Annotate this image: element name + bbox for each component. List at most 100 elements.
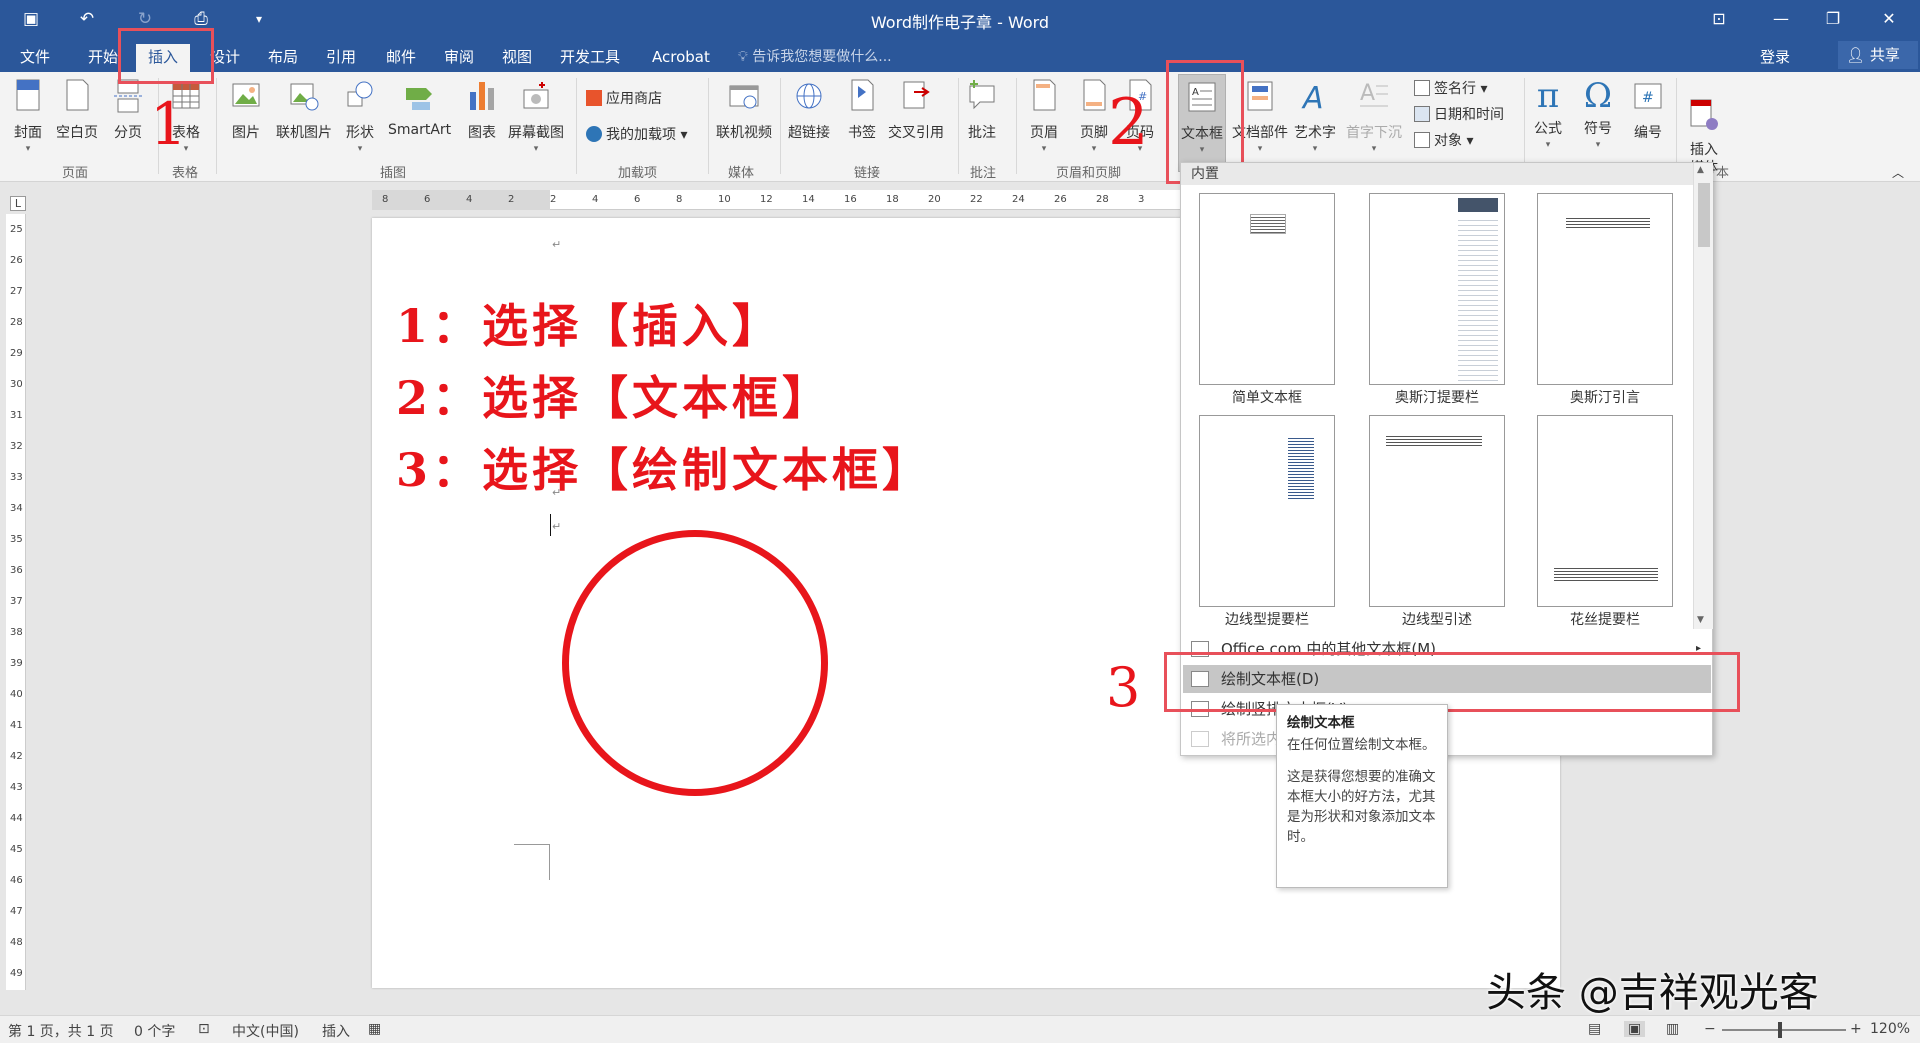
comment-icon [969, 80, 995, 110]
minimize-icon[interactable]: — [1754, 0, 1808, 38]
drop-cap-button[interactable]: A 首字下沉 ▾ [1346, 78, 1402, 154]
gallery-label: 花丝提要栏 [1570, 612, 1640, 628]
tab-developer[interactable]: 开发工具 [548, 44, 632, 72]
step-text-1: 1：选择【插入】 [396, 299, 783, 353]
signature-line-button[interactable]: 签名行 ▾ [1414, 78, 1487, 98]
picture-button[interactable]: 图片 [230, 78, 262, 142]
read-mode-icon[interactable]: ▤ [1588, 1021, 1601, 1037]
gallery-label: 边线型引述 [1402, 612, 1472, 628]
proofing-icon[interactable]: ⊡ [198, 1021, 210, 1037]
screenshot-icon [523, 82, 549, 109]
ruler-number: 40 [10, 689, 23, 700]
zoom-slider[interactable] [1722, 1029, 1846, 1031]
gallery-item-border-quote[interactable] [1369, 415, 1505, 607]
restore-icon[interactable]: ❐ [1806, 0, 1860, 38]
scroll-down-icon[interactable]: ▼ [1697, 615, 1704, 625]
web-layout-icon[interactable]: ▥ [1666, 1021, 1679, 1037]
group-media: 媒体 [728, 166, 755, 181]
bookmark-icon [851, 79, 874, 111]
status-language[interactable]: 中文(中国) [232, 1021, 299, 1041]
gallery-label: 奥斯汀提要栏 [1395, 390, 1479, 406]
tell-me-text: 告诉我您想要做什么... [752, 49, 892, 65]
smartart-button[interactable]: SmartArt [388, 78, 451, 138]
red-circle-shape[interactable] [562, 530, 828, 796]
tab-view[interactable]: 视图 [490, 44, 544, 72]
print-layout-icon[interactable]: ▣ [1624, 1021, 1646, 1037]
bookmark-button[interactable]: 书签 [846, 78, 878, 142]
zoom-out-icon[interactable]: − [1704, 1021, 1716, 1037]
scroll-up-icon[interactable]: ▲ [1697, 165, 1704, 175]
addins-icon [586, 126, 602, 142]
svg-text:A: A [1360, 81, 1375, 106]
footer-button[interactable]: 页脚 ▾ [1078, 78, 1110, 154]
ruler-number: 48 [10, 937, 23, 948]
tab-acrobat[interactable]: Acrobat [640, 44, 722, 72]
wordart-button[interactable]: A 艺术字 ▾ [1294, 78, 1336, 154]
tab-file[interactable]: 文件 [8, 44, 62, 72]
lightbulb-icon: 💡︎ [738, 49, 753, 65]
tooltip-line-1: 在任何位置绘制文本框。 [1287, 737, 1436, 753]
ribbon-display-icon[interactable]: ⊡ [1692, 0, 1746, 38]
equation-button[interactable]: π 公式 ▾ [1532, 78, 1564, 150]
cross-reference-button[interactable]: 交叉引用 [888, 78, 944, 142]
gallery-item-austin-quote[interactable] [1537, 193, 1673, 385]
tell-me-box[interactable]: 💡︎ 告诉我您想要做什么... [738, 46, 892, 66]
login-link[interactable]: 登录 [1760, 46, 1790, 67]
annotation-box-draw-textbox [1164, 652, 1740, 712]
ruler-number: 27 [10, 286, 23, 297]
zoom-in-icon[interactable]: + [1850, 1021, 1862, 1037]
chart-button[interactable]: 图表 [466, 78, 498, 142]
status-mode[interactable]: 插入 [322, 1021, 350, 1041]
number-icon: # [1634, 83, 1662, 109]
status-words[interactable]: 0 个字 [134, 1021, 175, 1041]
share-button[interactable]: 👤︎ 共享 [1838, 41, 1918, 69]
store-button[interactable]: 应用商店 [586, 88, 662, 108]
zoom-slider-thumb[interactable] [1778, 1022, 1782, 1038]
ribbon-tabs: 文件 开始 插入 设计 布局 引用 邮件 审阅 视图 开发工具 Acrobat … [0, 38, 1920, 72]
date-time-button[interactable]: 日期和时间 [1414, 104, 1504, 124]
gallery-label: 简单文本框 [1232, 390, 1302, 406]
online-video-button[interactable]: 联机视频 [716, 78, 772, 142]
gallery-item-austin-sidebar[interactable] [1369, 193, 1505, 385]
svg-text:A: A [1301, 81, 1324, 114]
online-picture-button[interactable]: 联机图片 [276, 78, 332, 142]
hyperlink-button[interactable]: 超链接 [788, 78, 830, 142]
comment-button[interactable]: 批注 [966, 78, 998, 142]
tab-selector[interactable]: L [10, 196, 26, 211]
macro-record-icon[interactable]: ▦ [368, 1021, 381, 1037]
page-break-button[interactable]: 分页 [112, 78, 144, 142]
ruler-number: 42 [10, 751, 23, 762]
gallery-scrollbar[interactable]: ▲ ▼ [1693, 163, 1713, 629]
shapes-button[interactable]: 形状 ▾ [344, 78, 376, 154]
object-button[interactable]: 对象 ▾ [1414, 130, 1473, 150]
numbering-button[interactable]: # 编号 [1632, 78, 1664, 142]
scroll-thumb[interactable] [1698, 183, 1710, 247]
gallery-item-simple[interactable] [1199, 193, 1335, 385]
tab-layout[interactable]: 布局 [256, 44, 310, 72]
screenshot-button[interactable]: 屏幕截图 ▾ [508, 78, 564, 154]
cover-page-button[interactable]: 封面 ▾ [12, 78, 44, 154]
symbol-button[interactable]: Ω 符号 ▾ [1582, 78, 1614, 150]
ruler-number: 28 [10, 317, 23, 328]
tab-review[interactable]: 审阅 [432, 44, 486, 72]
group-text-partial: 本 [1716, 166, 1730, 181]
ruler-number: 31 [10, 410, 23, 421]
store-icon [586, 90, 602, 106]
status-bar: 第 1 页，共 1 页 0 个字 ⊡ 中文(中国) 插入 ▦ ▤ ▣ ▥ − +… [0, 1015, 1920, 1043]
ruler-number: 36 [10, 565, 23, 576]
header-button[interactable]: 页眉 ▾ [1028, 78, 1060, 154]
gallery-item-filigree-sidebar[interactable] [1537, 415, 1673, 607]
ruler-number: 26 [10, 255, 23, 266]
collapse-ribbon-icon[interactable]: ︿ [1892, 164, 1904, 181]
tab-references[interactable]: 引用 [314, 44, 368, 72]
tab-mailings[interactable]: 邮件 [374, 44, 428, 72]
blank-page-button[interactable]: 空白页 [56, 78, 98, 142]
my-addins-button[interactable]: 我的加载项 ▾ [586, 124, 687, 144]
close-icon[interactable]: ✕ [1862, 0, 1916, 38]
annotation-box-insert-tab [118, 28, 214, 84]
status-page[interactable]: 第 1 页，共 1 页 [8, 1021, 114, 1041]
ruler-number: 34 [10, 503, 23, 514]
gallery-item-border-sidebar[interactable] [1199, 415, 1335, 607]
zoom-level[interactable]: 120% [1870, 1021, 1910, 1037]
ruler-number: 16 [844, 194, 857, 205]
